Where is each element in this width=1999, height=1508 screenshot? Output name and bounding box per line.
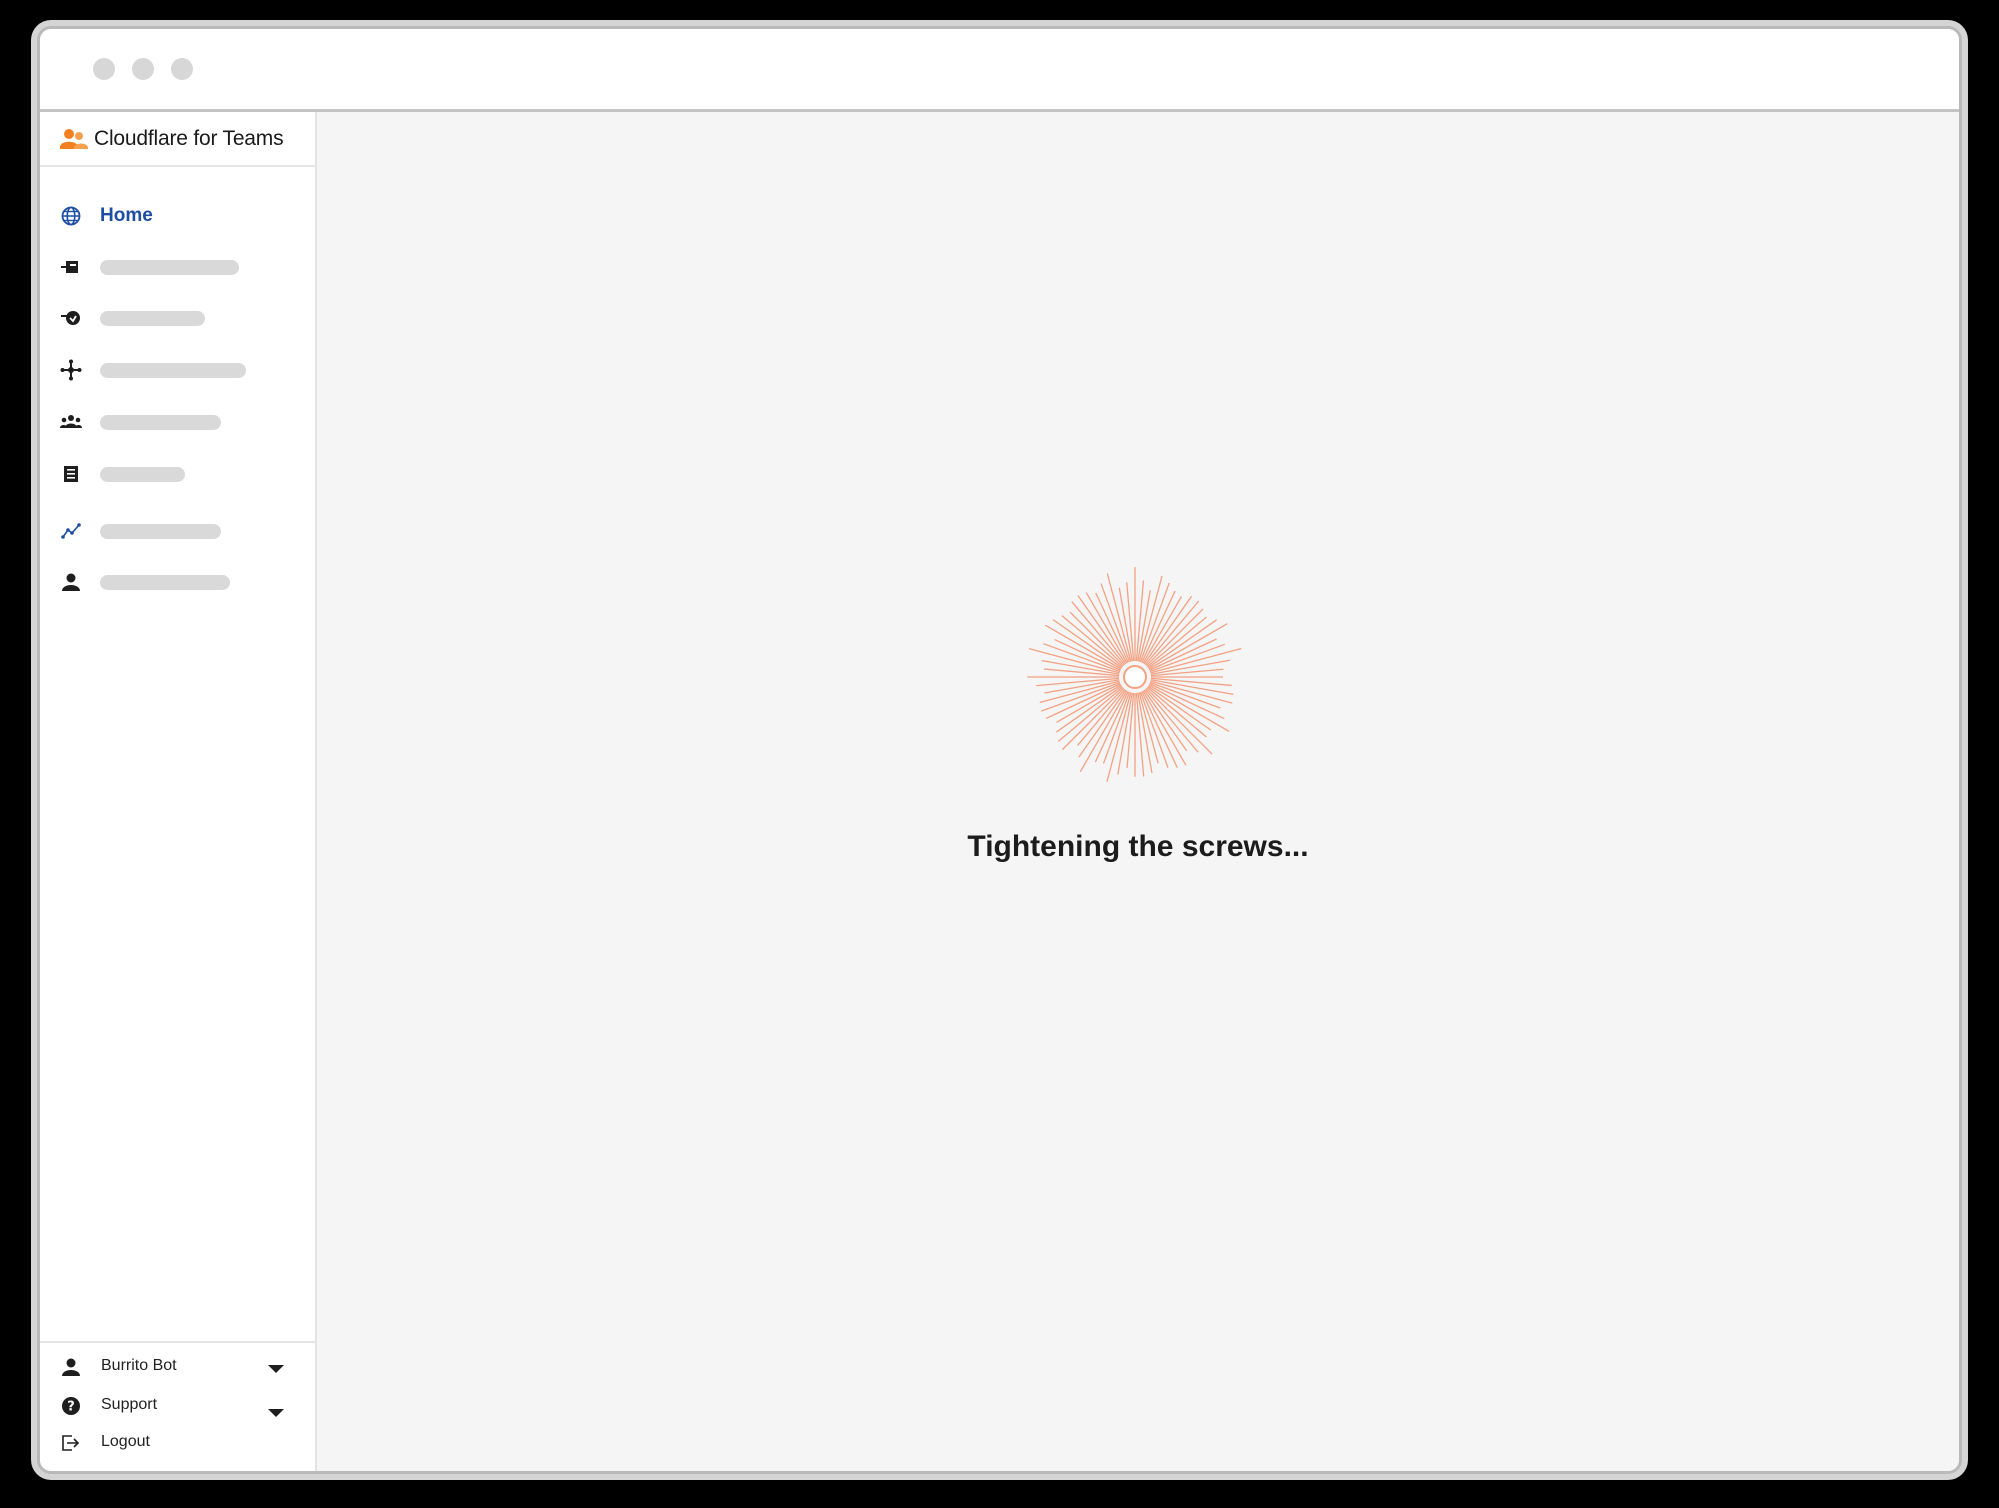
access-icon [60,307,82,329]
chevron-down-icon[interactable] [268,1409,284,1417]
user-icon [60,1356,82,1378]
help-icon: ? [60,1395,82,1417]
spinner-ray [1069,611,1125,667]
maximize-dot[interactable] [171,58,193,80]
browser-window: Cloudflare for Teams Home Burrito Bot ? … [37,26,1962,1474]
globe-icon [60,205,82,227]
main-content: Tightening the screws... [317,112,1959,1471]
network-icon [60,359,82,381]
spinner-ray [1077,688,1126,746]
logout-icon [60,1432,82,1454]
sidebar-item-analytics[interactable] [40,511,315,551]
loading-placeholder [100,362,246,378]
window-titlebar [40,29,1959,112]
account-name: Burrito Bot [101,1357,177,1374]
minimize-dot[interactable] [132,58,154,80]
loading-placeholder [100,523,221,539]
sidebar-item-home[interactable]: Home [40,196,315,236]
loading-message: Tightening the screws... [967,830,1309,863]
sidebar-item-team[interactable] [40,402,315,442]
loading-placeholder [100,574,230,590]
spinner-ray [1061,687,1125,751]
loading-placeholder [100,259,239,275]
sidebar-item-network[interactable] [40,350,315,390]
team-icon [60,411,82,433]
logout-label: Logout [101,1433,150,1450]
spinner-ray [1145,608,1204,667]
loading-placeholder [100,414,221,430]
account-menu[interactable]: Burrito Bot [40,1350,315,1384]
sidebar-item-gateway[interactable] [40,247,315,287]
logout-button[interactable]: Logout [40,1426,315,1460]
loading-placeholder [100,310,205,326]
spinner-hub [1123,665,1147,689]
sidebar-item-user[interactable] [40,562,315,602]
brand-header[interactable]: Cloudflare for Teams [40,112,315,167]
brand-name: Cloudflare for Teams [94,126,284,150]
svg-text:?: ? [67,1400,75,1415]
spinner-ray [1146,686,1207,738]
sidebar-item-logs[interactable] [40,454,315,494]
users-icon [60,127,88,151]
sidebar-footer: Burrito Bot ? Support Logout [40,1341,315,1471]
support-menu[interactable]: ? Support [40,1389,315,1423]
sidebar-item-label: Home [100,205,153,226]
close-dot[interactable] [93,58,115,80]
gateway-icon [60,256,82,278]
analytics-icon [60,520,82,542]
logs-icon [60,463,82,485]
sidebar: Cloudflare for Teams Home Burrito Bot ? … [40,112,317,1471]
user-icon [60,571,82,593]
sidebar-item-access[interactable] [40,298,315,338]
chevron-down-icon[interactable] [268,1365,284,1373]
loading-spinner [1027,567,1242,782]
support-label: Support [101,1396,158,1413]
loading-placeholder [100,466,185,482]
spinner-ray [1146,616,1207,668]
